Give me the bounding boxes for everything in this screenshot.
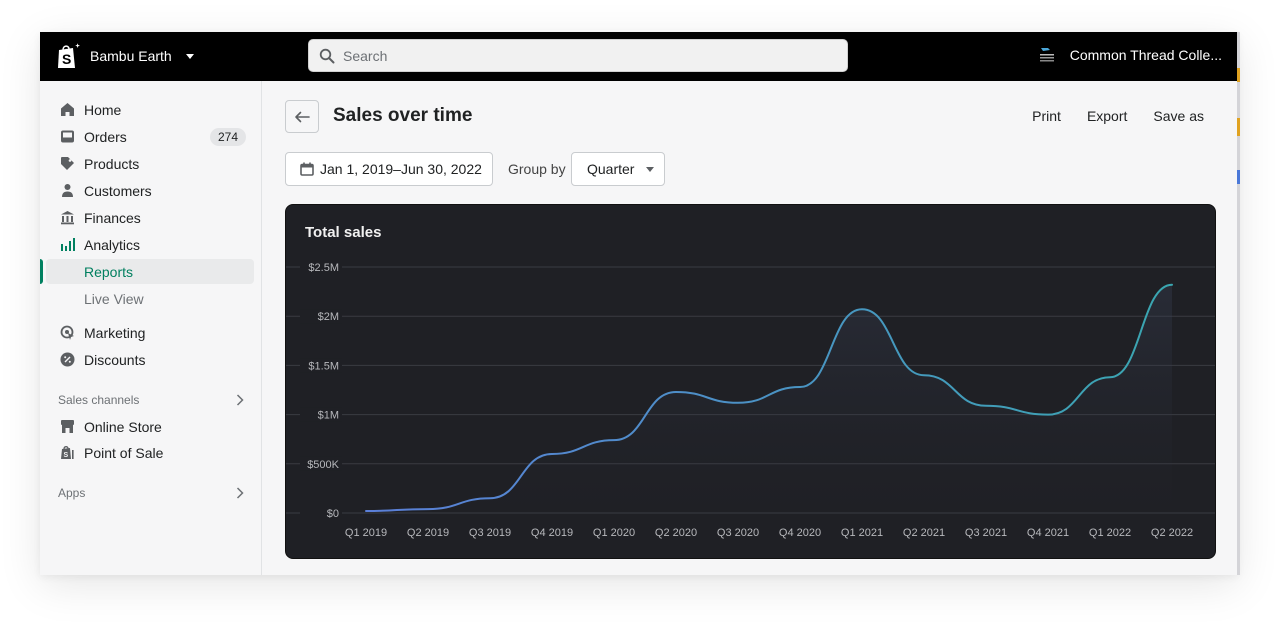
pos-bag-icon: S xyxy=(59,445,75,461)
print-button[interactable]: Print xyxy=(1032,108,1061,124)
store-avatar-icon xyxy=(1039,48,1054,62)
x-tick-label: Q2 2020 xyxy=(655,527,697,539)
data-point[interactable] xyxy=(1042,409,1054,421)
data-point[interactable] xyxy=(422,503,434,515)
person-icon xyxy=(59,183,75,199)
x-tick-label: Q2 2021 xyxy=(903,527,945,539)
svg-text:S: S xyxy=(62,51,71,67)
x-tick-label: Q4 2020 xyxy=(779,527,821,539)
x-tick-label: Q3 2020 xyxy=(717,527,759,539)
sidebar-item-analytics[interactable]: Analytics xyxy=(40,232,262,257)
x-tick-label: Q4 2019 xyxy=(531,527,573,539)
chevron-right-icon xyxy=(236,487,244,499)
x-tick-label: Q2 2019 xyxy=(407,527,449,539)
sidebar-item-orders[interactable]: Orders 274 xyxy=(40,124,262,149)
arrow-left-icon xyxy=(295,111,310,122)
x-tick-label: Q1 2022 xyxy=(1089,527,1131,539)
date-range-value: Jan 1, 2019–Jun 30, 2022 xyxy=(320,161,482,177)
sidebar-item-customers[interactable]: Customers xyxy=(40,178,262,203)
data-point[interactable] xyxy=(918,369,930,381)
data-point[interactable] xyxy=(670,386,682,398)
series-area xyxy=(366,284,1172,513)
data-point[interactable] xyxy=(1166,279,1178,291)
date-range-picker[interactable]: Jan 1, 2019–Jun 30, 2022 xyxy=(285,152,493,186)
x-tick-label: Q2 2022 xyxy=(1151,527,1193,539)
sidebar-item-marketing[interactable]: Marketing xyxy=(40,320,262,345)
sidebar-item-reports[interactable]: Reports xyxy=(40,259,262,284)
account-name: Common Thread Colle... xyxy=(1069,47,1222,63)
y-tick-label: $1M xyxy=(318,410,339,422)
sidebar-item-finances[interactable]: Finances xyxy=(40,205,262,230)
page-title: Sales over time xyxy=(333,105,473,126)
bar-chart-icon xyxy=(59,237,75,253)
data-point[interactable] xyxy=(980,400,992,412)
x-tick-label: Q4 2021 xyxy=(1027,527,1069,539)
data-point[interactable] xyxy=(732,397,744,409)
page-actions: Print Export Save as xyxy=(1032,108,1204,124)
x-tick-label: Q3 2021 xyxy=(965,527,1007,539)
storefront-icon xyxy=(59,419,75,435)
y-tick-label: $1.5M xyxy=(308,360,339,372)
y-tick-label: $0 xyxy=(327,508,339,520)
sales-channels-header[interactable]: Sales channels xyxy=(58,393,244,407)
sidebar-item-home[interactable]: Home xyxy=(40,97,262,122)
store-switcher[interactable]: S Bambu Earth xyxy=(56,42,194,70)
search-bar[interactable] xyxy=(308,39,848,72)
data-point[interactable] xyxy=(360,505,372,517)
export-button[interactable]: Export xyxy=(1087,108,1127,124)
save-as-button[interactable]: Save as xyxy=(1153,108,1204,124)
target-icon xyxy=(59,325,75,341)
bank-icon xyxy=(59,210,75,226)
line-chart: $0 $500K $1M $1.5M $2M $2.5M Q1 2019 Q2 2019 Q3… xyxy=(286,260,1215,539)
sidebar-item-online-store[interactable]: Online Store xyxy=(40,414,262,439)
window-edge xyxy=(1237,32,1240,575)
search-input[interactable] xyxy=(343,47,823,64)
x-tick-label: Q1 2021 xyxy=(841,527,883,539)
sidebar-item-discounts[interactable]: Discounts xyxy=(40,347,262,372)
x-tick-label: Q3 2019 xyxy=(469,527,511,539)
y-tick-label: $2.5M xyxy=(308,262,339,274)
account-menu[interactable]: Common Thread Colle... xyxy=(1038,46,1222,64)
y-tick-label: $2M xyxy=(318,311,339,323)
data-point[interactable] xyxy=(856,303,868,315)
store-name: Bambu Earth xyxy=(90,48,172,64)
calendar-icon xyxy=(300,162,314,176)
sidebar-item-live-view[interactable]: Live View xyxy=(40,286,262,311)
data-point[interactable] xyxy=(608,434,620,446)
apps-header[interactable]: Apps xyxy=(58,486,244,500)
caret-down-icon xyxy=(185,53,194,59)
data-point[interactable] xyxy=(1104,371,1116,383)
caret-down-icon xyxy=(646,166,655,172)
chevron-right-icon xyxy=(236,394,244,406)
top-bar: S Bambu Earth Common Thread Colle... xyxy=(40,32,1238,81)
back-button[interactable] xyxy=(285,100,319,133)
home-icon xyxy=(59,102,75,118)
x-tick-label: Q1 2019 xyxy=(345,527,387,539)
total-sales-chart-card: Total sales $0$500K$1M$1.5M$2M$2.5M xyxy=(285,204,1216,559)
app-window: S Bambu Earth Common Thread Colle... xyxy=(40,32,1238,575)
inbox-icon xyxy=(59,129,75,145)
group-by-value: Quarter xyxy=(587,161,635,177)
group-by-select[interactable]: Quarter xyxy=(571,152,665,186)
svg-text:S: S xyxy=(63,452,68,459)
y-tick-label: $500K xyxy=(307,459,339,471)
sidebar-item-products[interactable]: Products xyxy=(40,151,262,176)
orders-count-badge: 274 xyxy=(209,127,246,146)
data-point[interactable] xyxy=(794,381,806,393)
sidebar: Home Orders 274 Products Customers Finan… xyxy=(40,81,262,575)
data-point[interactable] xyxy=(546,448,558,460)
tag-icon xyxy=(59,156,75,172)
x-tick-label: Q1 2020 xyxy=(593,527,635,539)
shopify-logo-icon: S xyxy=(58,43,80,68)
sidebar-item-point-of-sale[interactable]: S Point of Sale xyxy=(40,440,262,465)
data-point[interactable] xyxy=(484,492,496,504)
main-content: Sales over time Print Export Save as Jan… xyxy=(263,81,1238,575)
group-by-label: Group by xyxy=(508,161,566,177)
discount-icon xyxy=(59,352,75,368)
search-icon xyxy=(319,48,335,63)
